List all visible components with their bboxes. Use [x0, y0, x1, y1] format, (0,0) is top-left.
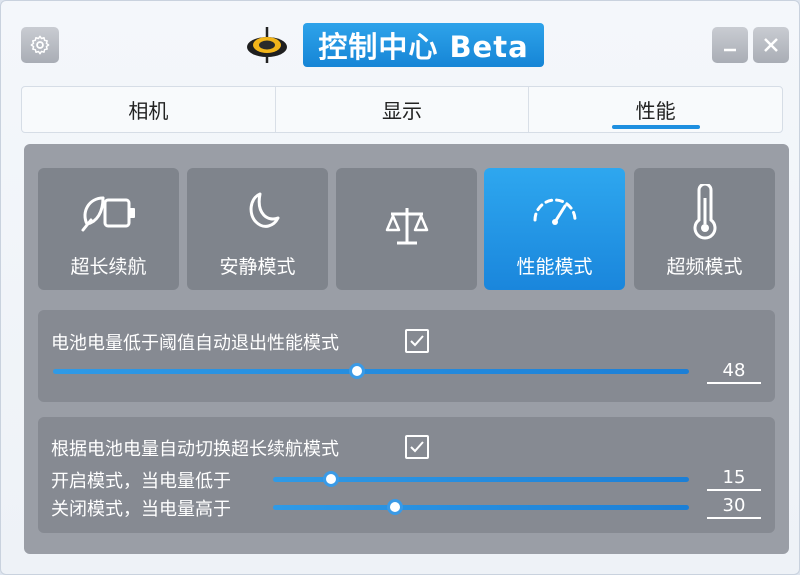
- battery-exit-checkbox[interactable]: [405, 329, 429, 353]
- thermometer-icon: [687, 184, 723, 240]
- off-threshold-slider[interactable]: [273, 505, 689, 510]
- mode-label: 超长续航: [70, 256, 147, 278]
- minimize-button[interactable]: [712, 27, 748, 63]
- mode-long-battery[interactable]: 超长续航: [38, 168, 179, 290]
- tab-label: 显示: [382, 99, 422, 123]
- mode-overclock[interactable]: 超频模式: [634, 168, 775, 290]
- battery-exit-section: 电池电量低于阈值自动退出性能模式 48: [38, 310, 775, 402]
- mode-label: 安静模式: [219, 256, 296, 278]
- minimize-icon: [724, 48, 736, 52]
- battery-exit-slider-thumb[interactable]: [349, 363, 365, 379]
- battery-exit-value[interactable]: 48: [707, 360, 761, 384]
- auto-switch-checkbox[interactable]: [405, 435, 429, 459]
- auto-switch-label: 根据电池电量自动切换超长续航模式: [51, 439, 339, 460]
- mode-balanced[interactable]: [336, 168, 477, 290]
- off-threshold-slider-thumb[interactable]: [387, 499, 403, 515]
- tab-performance[interactable]: 性能: [529, 87, 782, 132]
- tab-bar: 相机 显示 性能: [21, 86, 783, 133]
- control-center-window: 控制中心 Beta 相机 显示 性能 超长续航 安静模式 性能模式 超频模式 电…: [0, 0, 800, 575]
- tab-label: 性能: [635, 99, 676, 123]
- gyroscope-logo: [245, 25, 289, 65]
- tab-display[interactable]: 显示: [276, 87, 530, 132]
- on-threshold-slider-thumb[interactable]: [323, 471, 339, 487]
- mode-label: 超频模式: [666, 256, 743, 278]
- settings-button[interactable]: [21, 27, 59, 63]
- gear-icon: [30, 35, 50, 55]
- active-tab-indicator: [611, 125, 700, 129]
- tab-camera[interactable]: 相机: [22, 87, 276, 132]
- off-threshold-value[interactable]: 30: [707, 495, 761, 519]
- checkmark-icon: [410, 335, 424, 347]
- close-button[interactable]: [753, 27, 789, 63]
- moon-icon: [234, 184, 282, 240]
- checkmark-icon: [410, 441, 424, 453]
- tab-label: 相机: [128, 99, 169, 123]
- battery-leaf-icon: [77, 184, 141, 240]
- off-threshold-label: 关闭模式，当电量高于: [51, 499, 231, 520]
- on-threshold-label: 开启模式，当电量低于: [51, 471, 231, 492]
- balance-scale-icon: [383, 198, 431, 254]
- app-title: 控制中心 Beta: [303, 23, 544, 67]
- app-title-text: 控制中心 Beta: [318, 30, 529, 64]
- auto-switch-section: 根据电池电量自动切换超长续航模式 开启模式，当电量低于 15 关闭模式，当电量高…: [38, 417, 775, 533]
- battery-exit-label: 电池电量低于阈值自动退出性能模式: [51, 333, 339, 354]
- speedometer-icon: [529, 184, 581, 240]
- on-threshold-value[interactable]: 15: [707, 467, 761, 491]
- mode-quiet[interactable]: 安静模式: [187, 168, 328, 290]
- battery-exit-slider[interactable]: [53, 369, 689, 374]
- close-icon: [764, 38, 778, 52]
- mode-label: 性能模式: [516, 256, 593, 278]
- mode-performance[interactable]: 性能模式: [484, 168, 625, 290]
